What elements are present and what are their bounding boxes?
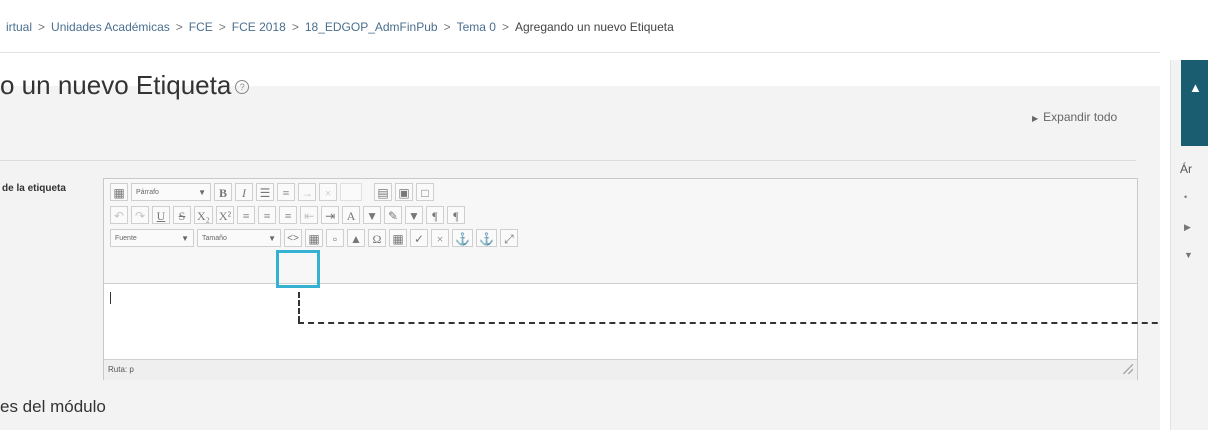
breadcrumb-item-fce[interactable]: FCE: [189, 20, 213, 34]
breadcrumb: irtual > Unidades Académicas > FCE > FCE 2018 >…: [6, 20, 674, 34]
anchor-icon[interactable]: ⚓: [452, 229, 473, 247]
find-replace-icon[interactable]: ▦: [305, 229, 323, 247]
paragraph-select-label: Párrafo: [136, 188, 159, 196]
expand-all-link[interactable]: ▶ Expandir todo: [1032, 110, 1117, 124]
ltr-button[interactable]: ¶: [425, 206, 444, 224]
resize-handle-icon[interactable]: [1123, 364, 1133, 374]
header-divider: [0, 52, 1160, 53]
section-heading[interactable]: es del módulo: [0, 397, 106, 417]
size-select[interactable]: Tamaño ▼: [197, 229, 281, 247]
breadcrumb-separator: >: [38, 20, 46, 34]
align-left-icon[interactable]: ≡: [237, 206, 256, 224]
paragraph-select[interactable]: Párrafo ▼: [131, 183, 211, 201]
link-button[interactable]: →: [298, 183, 316, 201]
remove-format-icon[interactable]: ×: [431, 229, 449, 247]
field-label: de la etiqueta: [2, 183, 66, 194]
breadcrumb-separator: >: [501, 20, 509, 34]
indent-icon[interactable]: ⇥: [321, 206, 340, 224]
page-title: o un nuevo Etiqueta?: [0, 70, 250, 101]
chevron-down-icon: ▼: [198, 187, 206, 197]
right-gutter: [1160, 0, 1170, 430]
unordered-list-button[interactable]: ☰: [256, 183, 274, 201]
table-icon[interactable]: ▦: [389, 229, 407, 247]
toolbar-row-3: Fuente ▼ Tamaño ▼ <> ▦ ▫ ▲ Ω ▦ ✓ × ⚓ ⚓ ⤢: [110, 227, 518, 249]
sitemap-icon: ▲: [1189, 80, 1202, 95]
toolbar-row-1: ▦ Párrafo ▼ B I ☰ ≡ → × ▤ ▣ □: [110, 181, 434, 203]
path-label: Ruta: p: [108, 365, 134, 374]
strikethrough-button[interactable]: S: [173, 206, 191, 224]
chevron-down-icon: ▼: [181, 233, 189, 243]
callout-line-horizontal: [298, 322, 1208, 324]
breadcrumb-item-fce-2018[interactable]: FCE 2018: [232, 20, 286, 34]
chevron-down-icon: ▼: [268, 233, 276, 243]
expand-all-label: Expandir todo: [1043, 110, 1118, 124]
size-select-label: Tamaño: [202, 234, 227, 242]
bullet-icon: •: [1184, 192, 1188, 202]
html-button-highlight: [276, 250, 320, 288]
redo-icon[interactable]: ↷: [131, 206, 149, 224]
breadcrumb-separator: >: [175, 20, 183, 34]
font-select[interactable]: Fuente ▼: [110, 229, 194, 247]
text-editor: ▦ Párrafo ▼ B I ☰ ≡ → × ▤ ▣ □ ↶ ↷ U S X₂ …: [103, 178, 1138, 380]
special-character-button[interactable]: Ω: [368, 229, 386, 247]
italic-button[interactable]: I: [235, 183, 253, 201]
help-icon[interactable]: ?: [235, 80, 250, 94]
fullscreen-icon[interactable]: ⤢: [499, 229, 518, 247]
clear-formatting-icon[interactable]: ▫: [326, 229, 344, 247]
sidebar-heading: Ár: [1180, 162, 1192, 176]
page-title-text: o un nuevo Etiqueta: [0, 70, 232, 100]
section-divider: [0, 160, 1136, 161]
triangle-right-icon: ▶: [1032, 114, 1039, 123]
background-color-icon[interactable]: ✎: [384, 206, 403, 224]
text-color-button[interactable]: A: [342, 206, 361, 224]
underline-button[interactable]: U: [152, 206, 170, 224]
spellcheck-icon[interactable]: ✓: [410, 229, 428, 247]
breadcrumb-item-course[interactable]: 18_EDGOP_AdmFinPub: [305, 20, 438, 34]
unlink-anchor-icon[interactable]: ⚓: [475, 229, 497, 247]
chevron-down-icon[interactable]: ▼: [363, 206, 382, 224]
chevron-down-icon[interactable]: ▼: [405, 206, 423, 224]
unlink-button[interactable]: ×: [319, 183, 337, 201]
breadcrumb-separator: >: [443, 20, 451, 34]
editor-status-bar: Ruta: p: [104, 359, 1137, 380]
ordered-list-button[interactable]: ≡: [277, 183, 295, 201]
triangle-down-icon[interactable]: ▼: [1184, 250, 1193, 260]
callout-line-vertical: [298, 292, 300, 322]
align-center-icon[interactable]: ≡: [258, 206, 277, 224]
breadcrumb-separator: >: [218, 20, 226, 34]
html-source-button[interactable]: <>: [284, 229, 302, 247]
block-header[interactable]: ▲: [1181, 60, 1208, 146]
undo-icon[interactable]: ↶: [110, 206, 128, 224]
superscript-button[interactable]: X²: [215, 206, 235, 224]
rtl-button[interactable]: ¶: [446, 206, 465, 224]
bold-button[interactable]: B: [214, 183, 232, 201]
breadcrumb-item-unidades[interactable]: Unidades Académicas: [51, 20, 170, 34]
text-cursor: [110, 292, 111, 304]
toolbar-row-2: ↶ ↷ U S X₂ X² ≡ ≡ ≡ ⇤ ⇥ A ▼ ✎ ▼ ¶ ¶: [110, 204, 465, 226]
subscript-button[interactable]: X₂: [194, 206, 213, 224]
breadcrumb-item-current: Agregando un nuevo Etiqueta: [514, 20, 674, 34]
outdent-icon[interactable]: ⇤: [300, 206, 319, 224]
upload-icon[interactable]: ▲: [347, 229, 365, 247]
triangle-right-icon[interactable]: ▶: [1184, 222, 1191, 233]
empty-slot: [340, 183, 362, 201]
breadcrumb-item-home[interactable]: irtual: [6, 20, 32, 34]
breadcrumb-separator: >: [291, 20, 299, 34]
align-right-icon[interactable]: ≡: [279, 206, 298, 224]
toolbar-toggle-icon[interactable]: ▦: [110, 183, 128, 201]
font-select-label: Fuente: [115, 234, 137, 242]
media-icon[interactable]: ▣: [395, 183, 413, 201]
files-icon[interactable]: □: [416, 183, 434, 201]
breadcrumb-item-tema[interactable]: Tema 0: [457, 20, 496, 34]
image-icon[interactable]: ▤: [374, 183, 392, 201]
top-border: [0, 0, 1208, 10]
